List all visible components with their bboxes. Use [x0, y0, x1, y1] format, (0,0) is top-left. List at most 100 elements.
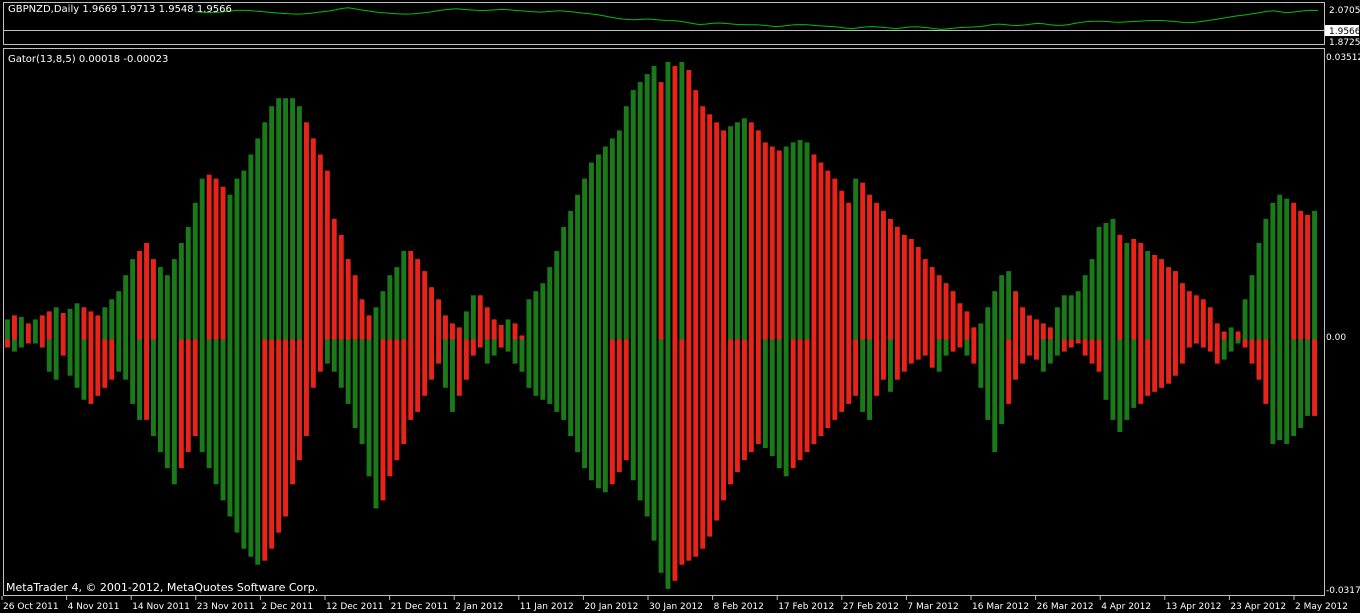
gator-bar-lower — [178, 339, 184, 469]
gator-bar-upper — [505, 319, 511, 340]
gator-bar-upper — [1263, 218, 1269, 340]
gator-bar-upper — [151, 259, 156, 340]
gator-bar-lower — [755, 339, 761, 445]
gator-bar-lower — [874, 339, 879, 396]
gator-bar-upper — [1277, 194, 1283, 340]
gator-bar-lower — [463, 339, 469, 380]
gator-bar-lower — [1013, 339, 1018, 380]
gator-bar-upper — [1082, 275, 1088, 340]
gator-bar-upper — [922, 259, 928, 340]
gator-bar-lower — [742, 339, 747, 461]
time-axis-label: 2 May 2012 — [1295, 602, 1348, 612]
gator-bar-lower — [1242, 339, 1248, 348]
gator-bar-lower — [1159, 339, 1164, 388]
gator-bar-lower — [1040, 339, 1046, 372]
gator-bar-lower — [74, 339, 80, 388]
gator-bar-upper — [860, 182, 866, 340]
gator-bar-lower — [1103, 339, 1109, 400]
gator-bar-upper — [158, 267, 163, 340]
gator-bar-lower — [352, 339, 358, 428]
gator-bar-upper — [616, 130, 622, 340]
gator-bar-upper — [130, 259, 136, 340]
gator-bar-lower — [589, 339, 594, 481]
gator-bar-upper — [185, 226, 191, 340]
price-plot[interactable] — [194, 7, 1319, 30]
gator-bar-upper — [735, 122, 740, 340]
gator-bar-lower — [401, 339, 407, 445]
gator-bar-upper — [248, 154, 254, 340]
gator-bar-upper — [456, 327, 462, 340]
gator-bar-upper — [1235, 331, 1241, 340]
gator-bar-lower — [290, 339, 295, 485]
gator-bar-lower — [450, 339, 455, 412]
gator-bar-upper — [881, 210, 886, 340]
gator-bar-upper — [790, 142, 796, 340]
gator-bar-lower — [901, 339, 907, 372]
gator-bar-lower — [818, 339, 824, 436]
gator-histogram[interactable] — [5, 62, 1317, 589]
gator-bar-upper — [783, 146, 789, 340]
gator-bar-upper — [491, 319, 497, 340]
gator-bar-upper — [811, 154, 817, 340]
gator-bar-upper — [665, 62, 671, 340]
gator-bar-lower — [366, 339, 372, 477]
time-axis-label: 23 Nov 2011 — [197, 602, 255, 612]
price-line — [194, 7, 1319, 30]
gator-bar-lower — [1193, 339, 1199, 344]
gator-bar-upper — [901, 234, 907, 340]
gator-bar-upper — [5, 319, 10, 340]
gator-bar-lower — [429, 339, 434, 380]
gator-bar-lower — [241, 339, 247, 549]
copyright-footer: MetaTrader 4, © 2001-2012, MetaQuotes So… — [6, 581, 318, 594]
gator-bar-lower — [888, 339, 893, 392]
gator-bar-upper — [269, 106, 275, 340]
time-axis-label: 8 Feb 2012 — [714, 602, 764, 612]
gator-bar-upper — [679, 62, 685, 340]
time-axis-label: 4 Nov 2011 — [68, 602, 120, 612]
gator-bar-lower — [359, 339, 365, 445]
gator-bar-lower — [1138, 339, 1144, 404]
gator-bar-upper — [1305, 214, 1310, 340]
gator-bar-lower — [825, 339, 831, 428]
gator-bar-lower — [206, 339, 212, 469]
gator-bar-lower — [1061, 339, 1067, 352]
gator-bar-lower — [971, 339, 977, 364]
gator-bar-lower — [32, 339, 38, 344]
gator-bar-upper — [1228, 327, 1234, 340]
gator-bar-upper — [714, 122, 720, 340]
gator-bar-upper — [220, 186, 226, 340]
gator-bar-lower — [568, 339, 574, 436]
gator-bar-upper — [324, 170, 330, 340]
gator-bar-upper — [1089, 259, 1095, 340]
gator-bar-lower — [394, 339, 400, 461]
gator-bar-lower — [283, 339, 288, 517]
gator-bar-lower — [707, 339, 713, 537]
gator-bar-upper — [978, 323, 984, 340]
gator-bar-lower — [46, 339, 52, 372]
gator-bar-upper — [1131, 239, 1137, 340]
gator-bar-lower — [797, 339, 803, 461]
gator-bar-lower — [276, 339, 282, 533]
gator-bar-lower — [894, 339, 900, 380]
gator-bar-lower — [331, 339, 337, 372]
gator-bar-lower — [491, 339, 497, 356]
gator-bar-lower — [644, 339, 650, 517]
gator-bar-lower — [269, 339, 275, 549]
gator-bar-lower — [297, 339, 302, 461]
gator-bar-lower — [547, 339, 553, 404]
gator-bar-upper — [651, 66, 657, 340]
time-axis-label: 26 Oct 2011 — [3, 602, 59, 612]
gator-bar-lower — [324, 339, 330, 364]
gator-bar-upper — [894, 226, 900, 340]
gator-bar-upper — [1207, 307, 1213, 340]
gator-bar-upper — [1256, 243, 1262, 340]
gator-bar-lower — [860, 339, 866, 412]
gator-bar-lower — [1291, 339, 1297, 436]
gator-bar-upper — [658, 82, 664, 340]
gator-bar-lower — [262, 339, 268, 561]
gator-bar-upper — [25, 323, 31, 340]
gator-bar-lower — [915, 339, 921, 360]
mt4-chart-window[interactable]: GBPNZD,Daily 1.9669 1.9713 1.9548 1.9566… — [0, 0, 1360, 613]
gator-bar-upper — [762, 142, 768, 340]
gator-bar-upper — [832, 178, 838, 340]
